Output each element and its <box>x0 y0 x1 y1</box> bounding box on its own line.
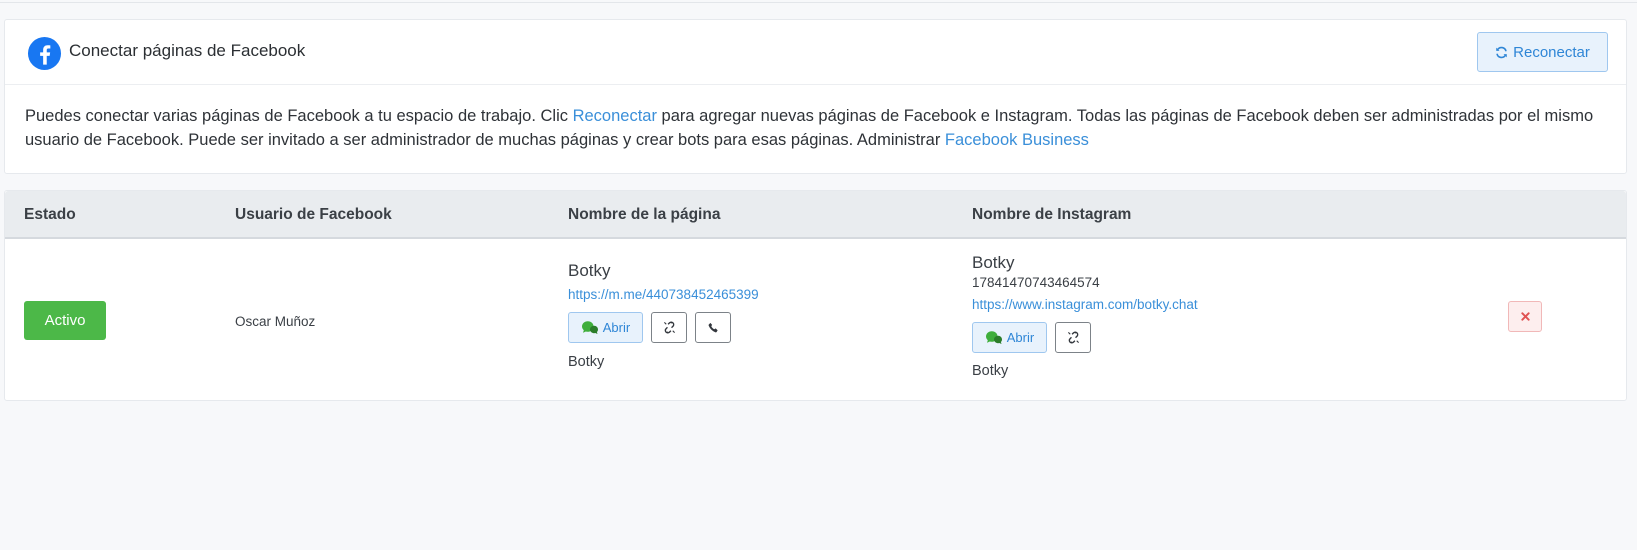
page-open-label: Abrir <box>602 320 631 335</box>
instagram-name: Botky <box>972 253 1015 272</box>
phone-icon <box>708 322 718 333</box>
unlink-icon <box>663 321 675 334</box>
table-row: Activo Oscar Muñoz Botky https://m.me/44… <box>5 239 1626 400</box>
messenger-icon <box>581 320 598 334</box>
table-header: Estado Usuario de Facebook Nombre de la … <box>5 191 1626 239</box>
instagram-actions: Abrir <box>972 322 1091 353</box>
column-status: Estado <box>24 206 76 223</box>
page-call-button[interactable] <box>695 312 731 343</box>
column-instagram-name: Nombre de Instagram <box>972 206 1132 223</box>
column-page-name: Nombre de la página <box>568 206 721 223</box>
column-facebook-user: Usuario de Facebook <box>235 206 392 223</box>
instagram-unlink-button[interactable] <box>1055 322 1091 353</box>
close-icon <box>1520 312 1530 321</box>
facebook-connect-card: Conectar páginas de Facebook Reconectar … <box>4 19 1627 174</box>
page-unlink-button[interactable] <box>651 312 687 343</box>
page-name: Botky <box>568 261 611 280</box>
reconnect-button[interactable]: Reconectar <box>1477 32 1608 72</box>
facebook-business-link[interactable]: Facebook Business <box>945 131 1089 149</box>
facebook-user-name: Oscar Muñoz <box>235 314 316 329</box>
delete-button[interactable] <box>1508 301 1542 332</box>
instagram-id: 17841470743464574 <box>972 275 1100 290</box>
refresh-icon <box>1496 46 1507 58</box>
page-messenger-link[interactable]: https://m.me/440738452465399 <box>568 287 759 302</box>
instagram-sub-name: Botky <box>972 363 1009 379</box>
intro-part-1: Puedes conectar varias páginas de Facebo… <box>25 107 573 125</box>
instagram-open-button[interactable]: Abrir <box>972 322 1047 353</box>
messenger-icon <box>985 330 1002 344</box>
page-title: Conectar páginas de Facebook <box>69 41 306 60</box>
reconnect-label: Reconectar <box>1513 43 1590 61</box>
pages-table: Estado Usuario de Facebook Nombre de la … <box>4 190 1627 401</box>
page-actions: Abrir <box>568 312 731 343</box>
page-sub-name: Botky <box>568 354 605 370</box>
unlink-icon <box>1067 331 1079 344</box>
top-divider <box>0 2 1637 3</box>
card-header: Conectar páginas de Facebook Reconectar <box>5 20 1626 85</box>
intro-text: Puedes conectar varias páginas de Facebo… <box>5 85 1626 152</box>
reconnect-link[interactable]: Reconectar <box>573 107 657 125</box>
instagram-open-label: Abrir <box>1006 330 1035 345</box>
status-badge[interactable]: Activo <box>24 301 106 340</box>
facebook-icon <box>27 36 62 71</box>
instagram-link[interactable]: https://www.instagram.com/botky.chat <box>972 297 1198 312</box>
page-open-button[interactable]: Abrir <box>568 312 643 343</box>
